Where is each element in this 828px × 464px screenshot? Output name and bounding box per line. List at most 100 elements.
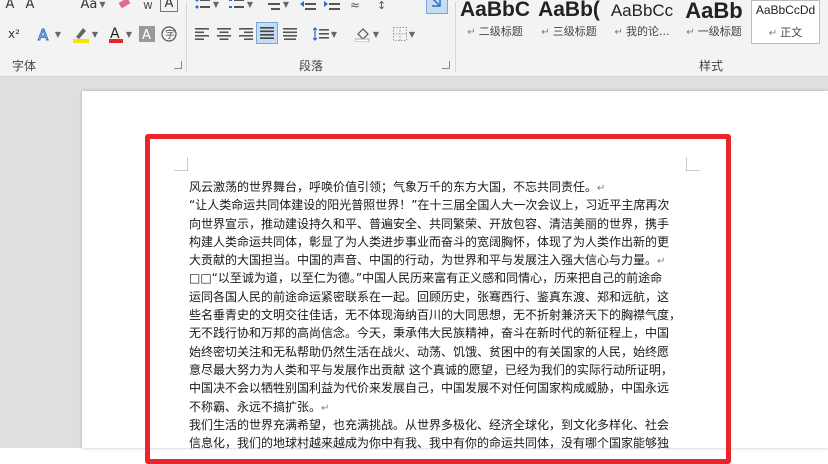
- style-heading-3[interactable]: AaBb( ↵ 三级标题: [533, 0, 605, 44]
- styles-group-label: 样式: [699, 59, 724, 73]
- paragraph-mark-icon: ↵: [321, 402, 330, 414]
- style-sample: AaBbC: [459, 0, 530, 21]
- font-color-button[interactable]: A ▼: [104, 24, 136, 44]
- text-line-content: 我们生活的世界充满希望，也充满挑战。从世界多极化、经济全球化，到文化多样化、社会: [189, 417, 670, 432]
- chinese-layout-icon[interactable]: ≈: [346, 0, 366, 14]
- text-line-content: 中国决不会以牺牲别国利益为代价来发展自己，中国发展不对任何国家构成威胁，中国永远: [189, 381, 670, 396]
- chevron-down-icon: ▼: [330, 29, 338, 39]
- sort-icon[interactable]: ↕: [374, 0, 394, 14]
- align-left-icon[interactable]: [192, 24, 212, 44]
- chevron-down-icon: ▼: [91, 29, 99, 39]
- distributed-icon[interactable]: [280, 24, 300, 44]
- text-line: 我们生活的世界充满希望，也充满挑战。从世界多极化、经济全球化，到文化多样化、社会: [189, 416, 689, 434]
- text-line: “让人类命运共同体建设的阳光普照世界！”在十三届全国人大一次会议上，习近平主席再…: [189, 196, 689, 214]
- text-line-content: “让人类命运共同体建设的阳光普照世界！”在十三届全国人大一次会议上，习近平主席再…: [189, 198, 670, 213]
- eraser-icon[interactable]: [116, 0, 134, 14]
- bullets-button[interactable]: ▼: [192, 0, 222, 14]
- justify-button[interactable]: [256, 22, 278, 44]
- paragraph-mark-icon: ↵: [686, 27, 698, 38]
- align-center-icon[interactable]: [214, 24, 234, 44]
- enclose-characters-button[interactable]: 字: [160, 24, 178, 44]
- style-heading-2[interactable]: AaBbC ↵ 二级标题: [459, 0, 531, 44]
- text-line-content: 运同各国人民的前途命运紧密联系在一起。回顾历史，张骞西行、鉴真东渡、郑和远航，这: [189, 289, 670, 304]
- style-name: ↵ 我的论...: [606, 23, 678, 39]
- style-sample: AaBbCcDd: [755, 3, 816, 17]
- text-line: 运同各国人民的前途命运紧密联系在一起。回顾历史，张骞西行、鉴真东渡、郑和远航，这: [189, 288, 689, 306]
- svg-text:≈: ≈: [350, 0, 360, 11]
- text-line-content: 始终密切关注和无私帮助仍然生活在战火、动荡、饥饿、贫困中的有关国家的人民，始终愿: [189, 344, 670, 359]
- align-right-icon[interactable]: [236, 24, 256, 44]
- text-line-content: 信息化，我们的地球村越来越成为你中有我、我中有你的命运共同体，没有哪个国家能够独: [189, 436, 670, 451]
- text-line: 始终密切关注和无私帮助仍然生活在战火、动荡、饥饿、贫困中的有关国家的人民，始终愿: [189, 343, 689, 361]
- superscript-label: x²: [8, 27, 20, 41]
- style-my-paper[interactable]: AaBbCc ↵ 我的论...: [606, 0, 678, 44]
- text-line: 中国决不会以牺牲别国利益为代价来发展自己，中国发展不对任何国家构成威胁，中国永远: [189, 379, 689, 397]
- group-divider: [186, 2, 187, 72]
- phonetic-guide-icon[interactable]: w: [140, 0, 156, 14]
- chevron-down-icon: ▼: [372, 29, 380, 39]
- style-sample: AaBb: [685, 0, 743, 23]
- text-line-content: 构建人类命运共同体，彰显了为人类进步事业而奋斗的宽阔胸怀，体现了为人类作出新的更: [189, 234, 670, 249]
- change-case-button[interactable]: Aa ▼: [76, 0, 110, 14]
- multilevel-list-button[interactable]: ▼: [262, 0, 292, 14]
- paragraph-mark-icon: ↵: [467, 27, 479, 38]
- decrease-indent-icon[interactable]: [298, 0, 318, 14]
- borders-button[interactable]: ▼: [388, 24, 420, 44]
- paragraph-mark-icon: ↵: [657, 256, 666, 268]
- svg-text:A: A: [142, 28, 151, 42]
- paragraph-mark-icon: ↵: [614, 27, 627, 38]
- chevron-down-icon: ▼: [282, 0, 290, 9]
- style-sample: AaBbCc: [610, 1, 674, 20]
- style-normal[interactable]: AaBbCcDd ↵ 正文: [751, 0, 820, 44]
- text-line: 不称霸、永远不搞扩张。↵: [189, 398, 689, 416]
- text-line-content: 些名垂青史的文明交往佳话，无不体现海纳百川的大同思想，无不折射兼济天下的胸襟气度…: [189, 308, 682, 323]
- style-name: ↵ 二级标题: [459, 23, 531, 39]
- text-line: 大贡献的大国担当。中国的声音、中国的行动，为世界和平与发展注入强大信心与力量。↵: [189, 251, 689, 269]
- paragraph-dialog-launcher-icon[interactable]: [442, 61, 450, 69]
- character-shading-button[interactable]: A: [139, 24, 155, 44]
- style-name-text: 二级标题: [478, 25, 523, 38]
- chevron-down-icon: ▼: [408, 29, 416, 39]
- style-name-text: 三级标题: [552, 25, 597, 38]
- document-body[interactable]: 风云激荡的世界舞台，呼唤价值引领；气象万千的东方大国，不忘共同责任。↵ “让人类…: [189, 178, 689, 452]
- text-line-content: 无不践行协和万邦的高尚信念。今天，秉承伟大民族精神，奋斗在新时代的新征程上，中国: [189, 326, 670, 341]
- style-name: ↵ 正文: [752, 24, 819, 40]
- character-border-button[interactable]: A: [160, 0, 178, 12]
- a-case-icon[interactable]: A: [22, 0, 38, 14]
- highlight-button[interactable]: ▼: [68, 24, 102, 44]
- ribbon: A A Aa▼ w A x² A▼ ▼ A▼ A 字 字体 ▼ ▼ ▼ ≈: [0, 0, 828, 77]
- chevron-down-icon: ▼: [54, 29, 62, 39]
- text-line: □□“以至诚为道，以至仁为德。”中国人民历来富有正义感和同情心，历来把自己的前途…: [189, 269, 689, 287]
- font-dialog-launcher-icon[interactable]: [174, 61, 182, 69]
- text-line-content: 不称霸、永远不搞扩张。: [189, 399, 322, 414]
- font-group-label: 字体: [12, 59, 37, 73]
- chevron-down-icon: ▼: [246, 0, 254, 9]
- superscript-button[interactable]: x²: [2, 24, 26, 44]
- shading-button[interactable]: ▼: [350, 24, 384, 44]
- paragraph-mark-icon: ↵: [541, 27, 553, 38]
- text-line: 风云激荡的世界舞台，呼唤价值引领；气象万千的东方大国，不忘共同责任。↵: [189, 178, 689, 196]
- increase-indent-icon[interactable]: [322, 0, 342, 14]
- style-sample: AaBb(: [538, 0, 600, 21]
- text-effects-button[interactable]: A ▼: [32, 24, 66, 44]
- text-line: 向世界宣示，推动建设持久和平、普遍安全、共同繁荣、开放包容、清洁美丽的世界，携手: [189, 215, 689, 233]
- text-line-content: □□“以至诚为道，以至仁为德。”中国人民历来富有正义感和同情心，历来把自己的前途…: [189, 271, 663, 286]
- text-line-content: 大贡献的大国担当。中国的声音、中国的行动，为世界和平与发展注入强大信心与力量。: [189, 253, 658, 268]
- line-spacing-button[interactable]: ▼: [308, 24, 342, 44]
- paragraph-mark-icon: ↵: [597, 183, 606, 194]
- a-letter-2: A: [25, 0, 35, 12]
- group-divider: [455, 2, 456, 72]
- paragraph-mark-icon: ↵: [768, 28, 781, 39]
- a-small-icon[interactable]: A: [2, 0, 18, 14]
- text-line-content: 意尽最大努力为人类和平与发展作出贡献 这个真诚的愿望，已经为我们的实际行动所证明…: [189, 362, 673, 377]
- paragraph-group-label: 段落: [299, 59, 324, 73]
- text-line-content: 风云激荡的世界舞台，呼唤价值引领；气象万千的东方大国，不忘共同责任。: [189, 180, 598, 194]
- style-heading-1[interactable]: AaBb ↵ 一级标题: [679, 0, 749, 44]
- text-line: 意尽最大努力为人类和平与发展作出贡献 这个真诚的愿望，已经为我们的实际行动所证明…: [189, 361, 689, 379]
- style-name: ↵ 三级标题: [533, 23, 605, 39]
- svg-text:↕: ↕: [377, 0, 386, 11]
- show-formatting-marks-button[interactable]: [426, 0, 448, 14]
- chevron-down-icon: ▼: [125, 29, 133, 39]
- numbering-button[interactable]: ▼: [226, 0, 256, 14]
- style-name: ↵ 一级标题: [679, 23, 749, 39]
